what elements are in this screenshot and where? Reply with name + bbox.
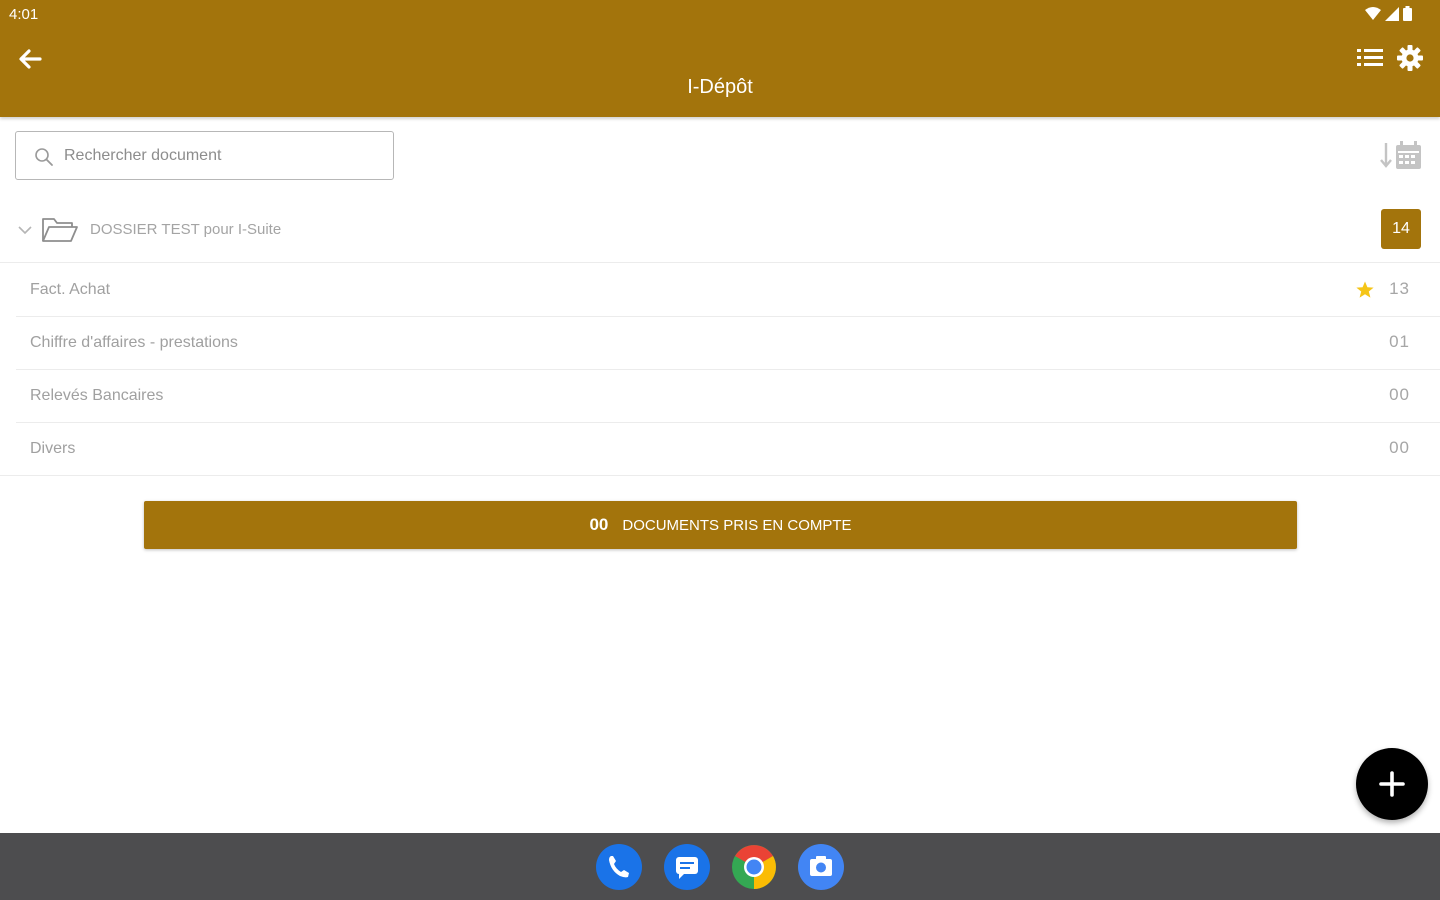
app-title: I-Dépôt — [687, 76, 753, 98]
category-list: Fact. Achat 13 Chiffre d'affaires - pres… — [0, 264, 1440, 476]
settings-button[interactable] — [1396, 44, 1424, 72]
category-count: 01 — [1389, 332, 1410, 351]
category-item-chiffre-affaires[interactable]: Chiffre d'affaires - prestations 01 — [16, 317, 1440, 370]
status-icons — [1365, 6, 1412, 21]
plus-icon — [1379, 771, 1405, 797]
star-icon[interactable] — [1355, 280, 1375, 300]
back-arrow-icon — [19, 49, 42, 69]
sort-by-date-button[interactable] — [1379, 139, 1423, 173]
folder-count-badge: 14 — [1381, 209, 1421, 249]
back-button[interactable] — [14, 43, 46, 75]
wifi-icon — [1365, 6, 1381, 20]
phone-icon — [609, 856, 629, 878]
search-box[interactable] — [15, 131, 394, 180]
camera-app-button[interactable] — [798, 844, 844, 890]
summary-label: DOCUMENTS PRIS EN COMPTE — [622, 516, 852, 534]
battery-icon — [1403, 6, 1412, 21]
list-view-button[interactable] — [1356, 46, 1384, 70]
category-label: Relevés Bancaires — [30, 387, 164, 404]
folder-name: DOSSIER TEST pour I-Suite — [90, 221, 282, 238]
signal-icon — [1385, 6, 1399, 21]
gear-icon — [1397, 45, 1423, 71]
chrome-icon — [732, 845, 776, 889]
documents-summary-button[interactable]: 00 DOCUMENTS PRIS EN COMPTE — [144, 501, 1297, 549]
category-item-divers[interactable]: Divers 00 — [0, 423, 1440, 476]
category-label: Fact. Achat — [30, 281, 111, 298]
folder-open-icon — [42, 218, 78, 242]
category-count: 00 — [1389, 438, 1410, 457]
category-count: 13 — [1389, 279, 1410, 298]
category-label: Divers — [30, 440, 76, 457]
chevron-down-icon[interactable] — [17, 224, 33, 236]
category-count: 00 — [1389, 385, 1410, 404]
search-input[interactable] — [64, 142, 374, 170]
chrome-app-button[interactable] — [731, 844, 777, 890]
category-item-releves-bancaires[interactable]: Relevés Bancaires 00 — [16, 370, 1440, 423]
messages-icon — [676, 857, 698, 879]
system-nav-bar — [0, 833, 1440, 900]
camera-icon — [810, 856, 832, 876]
messages-app-button[interactable] — [664, 844, 710, 890]
add-document-fab[interactable] — [1356, 748, 1428, 820]
summary-count: 00 — [589, 515, 609, 534]
list-view-icon — [1357, 49, 1383, 66]
sort-by-date-icon — [1380, 141, 1421, 169]
phone-app-button[interactable] — [596, 844, 642, 890]
folder-row[interactable]: DOSSIER TEST pour I-Suite 14 — [0, 203, 1440, 263]
category-label: Chiffre d'affaires - prestations — [30, 334, 238, 351]
category-item-fact-achat[interactable]: Fact. Achat 13 — [16, 264, 1440, 317]
app-bar: 4:01 I-Dépôt — [0, 0, 1440, 117]
search-icon — [35, 148, 53, 166]
status-time: 4:01 — [9, 6, 39, 23]
